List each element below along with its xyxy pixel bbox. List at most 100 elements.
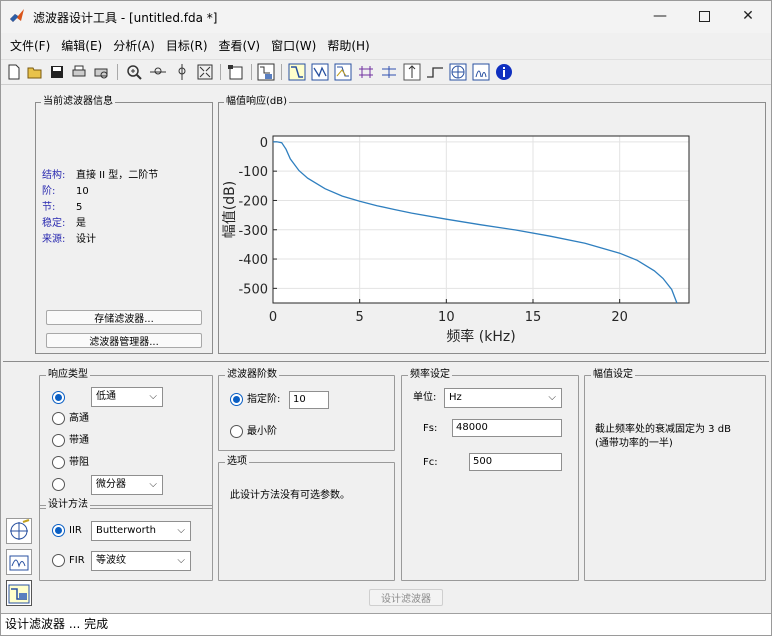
- radio-specify-order[interactable]: [230, 393, 243, 406]
- options-group: 选项 此设计方法没有可选参数。: [218, 456, 395, 581]
- info-value: 是: [76, 218, 86, 229]
- other-response-select[interactable]: 微分器 ⌵: [91, 475, 163, 495]
- radio-bandstop[interactable]: [52, 456, 65, 469]
- import-filter-side-button[interactable]: [6, 549, 32, 575]
- toolbar: [1, 59, 771, 85]
- iir-method-select[interactable]: Butterworth ⌵: [91, 521, 191, 541]
- maximize-icon[interactable]: [681, 1, 727, 31]
- menu-file[interactable]: 文件(F): [5, 37, 55, 54]
- info-row-order: 阶: 10: [42, 186, 89, 198]
- radio-lowpass[interactable]: [52, 391, 65, 404]
- impulse-icon[interactable]: [403, 63, 421, 81]
- info-row-source: 来源: 设计: [42, 234, 96, 246]
- radio-iir[interactable]: [52, 524, 65, 537]
- radio-minimum-order[interactable]: [230, 425, 243, 438]
- chevron-down-icon: ⌵: [149, 479, 157, 490]
- highpass-label: 高通: [69, 413, 89, 424]
- magnitude-chart[interactable]: 0 5 10 15 20 0 -100 -200 -300 -400 -500 频率 (kHz) 幅值(…: [219, 103, 765, 353]
- x-tick-label: 20: [611, 310, 628, 325]
- magnitude-icon[interactable]: [288, 63, 306, 81]
- title-bar: 滤波器设计工具 - [untitled.fda *] — ✕: [1, 1, 771, 33]
- menu-help[interactable]: 帮助(H): [322, 37, 374, 54]
- menu-view[interactable]: 查看(V): [214, 37, 266, 54]
- step-icon[interactable]: [426, 63, 444, 81]
- design-filter-icon: [8, 584, 30, 604]
- store-filter-button[interactable]: 存储滤波器...: [46, 310, 202, 325]
- x-tick-label: 10: [438, 310, 455, 325]
- specify-order-label: 指定阶:: [247, 394, 281, 405]
- coefficients-icon[interactable]: [472, 63, 490, 81]
- pole-zero-editor-side-button[interactable]: [6, 518, 32, 544]
- info-key: 稳定:: [42, 218, 66, 229]
- units-select[interactable]: Hz ⌵: [444, 388, 562, 408]
- menu-analysis[interactable]: 分析(A): [108, 37, 160, 54]
- new-figure-icon[interactable]: [227, 63, 245, 81]
- units-label: 单位:: [413, 392, 437, 403]
- info-icon[interactable]: [495, 63, 513, 81]
- minimum-order-label: 最小阶: [247, 426, 277, 437]
- close-icon[interactable]: ✕: [725, 1, 771, 31]
- lowpass-select[interactable]: 低通 ⌵: [91, 387, 163, 407]
- app-window: 滤波器设计工具 - [untitled.fda *] — ✕ 文件(F) 编辑(…: [0, 0, 772, 636]
- x-tick-label: 0: [269, 310, 277, 325]
- fs-input[interactable]: 48000: [452, 419, 562, 437]
- fs-label: Fs:: [423, 423, 438, 434]
- menu-window[interactable]: 窗口(W): [266, 37, 321, 54]
- filter-manager-button[interactable]: 滤波器管理器...: [46, 333, 202, 348]
- response-type-title: 响应类型: [46, 369, 90, 381]
- chevron-down-icon: ⌵: [149, 391, 157, 402]
- options-text: 此设计方法没有可选参数。: [230, 490, 350, 501]
- design-filter-side-button[interactable]: [6, 580, 32, 606]
- print-icon[interactable]: [70, 63, 88, 81]
- frequency-spec-group: 频率设定 单位: Hz ⌵ Fs: 48000 Fc: 500: [401, 369, 579, 581]
- menu-edit[interactable]: 编辑(E): [56, 37, 107, 54]
- save-icon[interactable]: [48, 63, 66, 81]
- radio-fir[interactable]: [52, 554, 65, 567]
- info-row-sections: 节: 5: [42, 202, 82, 214]
- response-type-group: 响应类型 低通 ⌵ 高通 带通 带阻 微分器 ⌵: [39, 369, 213, 509]
- print-preview-icon[interactable]: [92, 63, 110, 81]
- fc-input[interactable]: 500: [469, 453, 562, 471]
- phase-icon[interactable]: [311, 63, 329, 81]
- menu-targets[interactable]: 目标(R): [161, 37, 213, 54]
- pole-zero-editor-icon: [10, 519, 30, 540]
- magnitude-spec-text-line2: (通带功率的一半): [595, 438, 673, 449]
- open-icon[interactable]: [26, 63, 44, 81]
- zoom-in-icon[interactable]: [125, 63, 143, 81]
- design-filter-button[interactable]: 设计滤波器: [369, 589, 443, 606]
- filter-order-title: 滤波器阶数: [225, 369, 279, 381]
- info-key: 来源:: [42, 234, 66, 245]
- info-row-stable: 稳定: 是: [42, 218, 86, 230]
- new-icon[interactable]: [5, 63, 23, 81]
- bandstop-label: 带阻: [69, 457, 89, 468]
- x-tick-label: 5: [356, 310, 364, 325]
- zoom-y-icon[interactable]: [173, 63, 191, 81]
- zoom-x-icon[interactable]: [149, 63, 167, 81]
- order-input[interactable]: 10: [289, 391, 329, 409]
- design-method-group: 设计方法 IIR Butterworth ⌵ FIR 等波纹 ⌵: [39, 499, 213, 581]
- y-tick-label: -500: [238, 282, 268, 297]
- iir-select-value: Butterworth: [96, 525, 156, 536]
- pole-zero-icon[interactable]: [449, 63, 467, 81]
- group-delay-icon[interactable]: [357, 63, 375, 81]
- filter-spec-icon[interactable]: [257, 63, 275, 81]
- filter-info-title: 当前滤波器信息: [41, 96, 115, 108]
- fir-method-select[interactable]: 等波纹 ⌵: [91, 551, 191, 571]
- phase-delay-icon[interactable]: [380, 63, 398, 81]
- magnitude-spec-text-line1: 截止频率处的衰减固定为 3 dB: [595, 424, 731, 435]
- fir-select-value: 等波纹: [96, 555, 126, 566]
- minimize-icon[interactable]: —: [637, 1, 683, 31]
- radio-other[interactable]: [52, 478, 65, 491]
- toolbar-separator: [117, 64, 118, 80]
- fc-label: Fc:: [423, 457, 438, 468]
- radio-highpass[interactable]: [52, 412, 65, 425]
- magnitude-phase-icon[interactable]: [334, 63, 352, 81]
- full-view-icon[interactable]: [196, 63, 214, 81]
- radio-bandpass[interactable]: [52, 434, 65, 447]
- magnitude-spec-title: 幅值设定: [591, 369, 635, 381]
- lowpass-select-value: 低通: [96, 391, 116, 402]
- info-key: 节:: [42, 202, 56, 213]
- iir-label: IIR: [69, 525, 82, 536]
- toolbar-separator: [220, 64, 221, 80]
- toolbar-separator: [251, 64, 252, 80]
